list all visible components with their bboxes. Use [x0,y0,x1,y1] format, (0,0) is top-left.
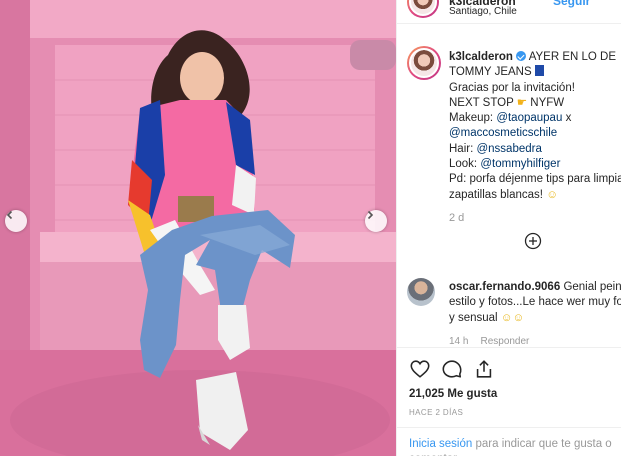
comment-line: y sensual [449,311,498,324]
pointing-hand-emoji-icon: ☛ [516,96,528,109]
caption-avatar[interactable] [407,46,441,80]
post-date: HACE 2 DÍAS [409,408,464,417]
heart-icon[interactable] [409,358,431,380]
mention-link[interactable]: @tommyhilfiger [480,158,560,170]
caption-line: NYFW [530,96,565,109]
mention-link[interactable]: @taopaupau [496,112,562,124]
caption-line: Gracias por la invitación! [449,81,575,94]
caption-line: zapatillas blancas! [449,188,543,201]
person-emoji-icon: ☺ [546,188,558,201]
caption-username[interactable]: k3lcalderon [449,51,513,63]
comment-time[interactable]: 14 h [449,336,468,347]
comment-username[interactable]: oscar.fernando.9066 [449,281,560,293]
login-prompt: Inicia sesión para indicar que te gusta … [397,427,621,456]
caption-text: k3lcalderon AYER EN LO DE TOMMY JEANS Gr… [449,50,621,203]
verified-icon [516,51,527,61]
jeans-emoji-icon [534,65,544,77]
caption-line: AYER EN LO DE [528,51,617,63]
share-icon[interactable] [473,358,495,380]
caption-line: TOMMY JEANS [449,66,532,79]
post-location[interactable]: Santiago, Chile [449,6,517,17]
caption-line: Makeup: [449,112,494,125]
login-link[interactable]: Inicia sesión [409,438,472,450]
comment-icon[interactable] [441,358,463,380]
comment-line: estilo y fotos...Le hace wer muy fo [449,296,621,309]
smile-emoji-icon: ☺☺ [500,311,525,324]
caption-time[interactable]: 2 d [449,212,464,224]
login-prompt-text: para indicar que te gusta o [475,438,612,450]
next-photo-button[interactable] [365,210,387,232]
chevron-left-icon [6,210,13,220]
post-actions: 21,025 Me gusta HACE 2 DÍAS Inicia sesió… [397,347,621,456]
chevron-right-icon [367,210,374,220]
comment-avatar[interactable] [407,278,435,306]
caption-line: x [565,112,572,125]
comment-meta: 14 h Responder [449,336,529,347]
mention-link[interactable]: @nssabedra [476,143,541,155]
previous-photo-button[interactable] [5,210,27,232]
comment-text: oscar.fernando.9066 Genial peinado estil… [449,280,621,326]
header-avatar[interactable] [407,0,439,18]
comment-line: Genial peinado [563,281,621,293]
caption-line: NEXT STOP [449,96,514,109]
follow-button[interactable]: Seguir [553,0,590,8]
photo-scene [0,0,396,456]
mention-link[interactable]: @maccosmeticschile [449,127,557,139]
caption-line: Look: [449,158,478,171]
plus-circle-icon[interactable] [524,232,542,250]
like-count[interactable]: 21,025 Me gusta [409,388,497,400]
post-header: k3lcalderon Seguir Santiago, Chile [397,0,621,24]
caption-line: Hair: [449,142,474,155]
caption-line: Pd: porfa déjenme tips para limpiar [449,173,621,186]
post-photo[interactable] [0,0,396,456]
reply-button[interactable]: Responder [480,336,529,347]
post-side-panel: k3lcalderon Seguir Santiago, Chile k3lca… [396,0,621,456]
